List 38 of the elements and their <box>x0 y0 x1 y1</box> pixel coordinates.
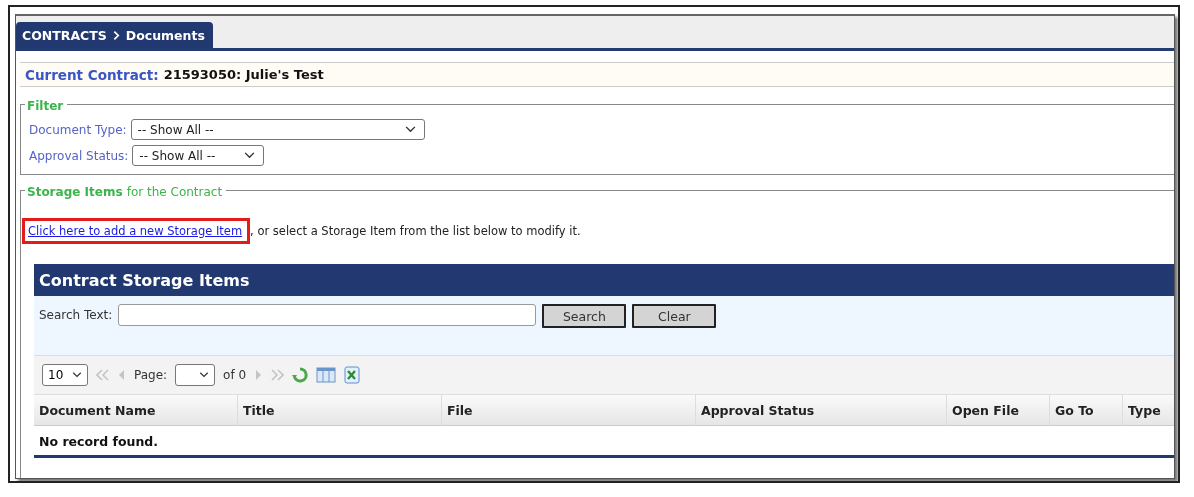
column-header[interactable]: Approval Status <box>696 395 947 426</box>
chevron-down-icon <box>404 126 416 133</box>
filter-dropdown[interactable]: -- Show All -- <box>130 119 425 140</box>
column-header[interactable]: File <box>442 395 696 426</box>
grid-title: Contract Storage Items <box>39 270 250 290</box>
grid-button[interactable]: Search <box>542 304 627 328</box>
add-storage-item-link[interactable]: Click here to add a new Storage Item <box>28 224 243 238</box>
page-label: Page: <box>134 368 168 382</box>
filter-label: Document Type: <box>29 122 127 137</box>
chevron-down-icon <box>244 152 256 159</box>
instruction-text: , or select a Storage Item from the list below to modify it. <box>250 224 581 238</box>
current-contract-value: 21593050: Julie's Test <box>163 67 324 82</box>
column-header[interactable]: Title <box>238 395 442 426</box>
filter-dropdown[interactable]: -- Show All -- <box>132 145 265 166</box>
column-header[interactable]: Go To <box>1050 395 1123 426</box>
column-header[interactable]: Type <box>1123 395 1174 426</box>
search-label: Search Text: <box>39 308 113 322</box>
page-size-dropdown[interactable]: 10 <box>42 364 88 386</box>
grid-button[interactable]: Clear <box>632 304 717 328</box>
columns-icon[interactable] <box>316 367 337 383</box>
filter-legend: Filter <box>27 99 64 113</box>
breadcrumb-item[interactable]: Documents <box>125 27 205 43</box>
page-count: of 0 <box>223 368 247 382</box>
breadcrumb-item[interactable]: CONTRACTS <box>22 27 107 43</box>
breadcrumb-tab[interactable]: CONTRACTS Documents <box>16 22 213 48</box>
refresh-icon[interactable] <box>292 367 309 383</box>
column-header[interactable]: Open File <box>947 395 1050 426</box>
filter-label: Approval Status: <box>29 148 129 163</box>
storage-legend: Storage Items for the Contract <box>27 185 223 199</box>
empty-message: No record found. <box>34 426 1174 458</box>
chevron-down-icon <box>199 372 210 378</box>
current-contract-label: Current Contract: <box>25 66 159 83</box>
chevron-icon <box>112 29 120 41</box>
search-field[interactable] <box>118 304 537 326</box>
column-header[interactable]: Document Name <box>34 395 238 426</box>
page-dropdown[interactable] <box>175 364 216 386</box>
chevron-down-icon <box>72 372 82 378</box>
spreadsheet-export-icon[interactable] <box>344 366 361 384</box>
